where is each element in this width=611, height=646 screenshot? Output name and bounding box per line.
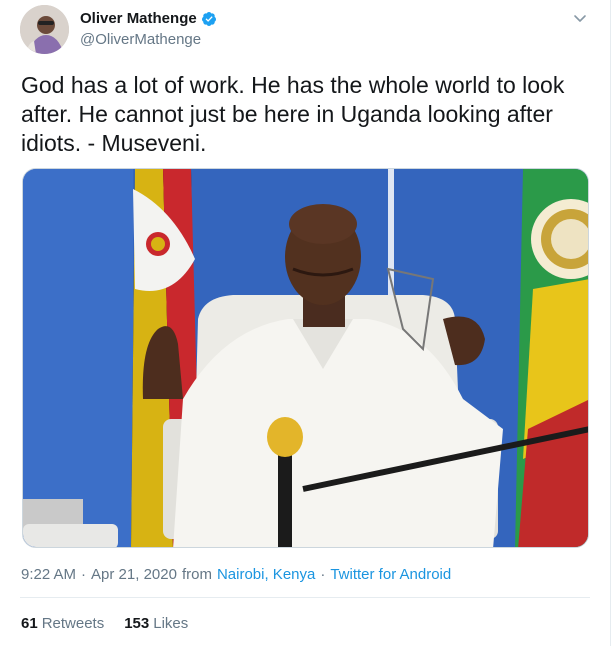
tweet-photo[interactable] (22, 168, 589, 548)
retweets-count: 61 (21, 615, 38, 632)
likes-stat[interactable]: 153 Likes (124, 615, 188, 632)
user-handle[interactable]: @OliverMathenge (80, 31, 201, 48)
likes-label: Likes (153, 615, 189, 632)
retweets-label: Retweets (41, 615, 105, 632)
tweet-metadata: 9:22 AM · Apr 21, 2020 from Nairobi, Ken… (21, 566, 451, 583)
from-label: from (181, 566, 212, 583)
avatar-image (20, 5, 69, 54)
likes-count: 153 (124, 615, 150, 632)
separator: · (320, 566, 326, 583)
engagement-stats: 61 Retweets 153 Likes (21, 615, 208, 632)
avatar[interactable] (20, 5, 69, 54)
tweet-text: God has a lot of work. He has the whole … (21, 72, 565, 156)
tweet-card: Oliver Mathenge @OliverMathenge God has … (0, 0, 611, 646)
retweets-stat[interactable]: 61 Retweets (21, 615, 104, 632)
divider (20, 597, 590, 598)
separator: · (81, 566, 87, 583)
location-link[interactable]: Nairobi, Kenya (217, 566, 315, 583)
display-name[interactable]: Oliver Mathenge (80, 10, 197, 27)
source-link[interactable]: Twitter for Android (330, 566, 451, 583)
photo-image (23, 169, 588, 547)
author-name-row[interactable]: Oliver Mathenge (80, 10, 217, 27)
tweet-time[interactable]: 9:22 AM (21, 566, 76, 583)
verified-badge-icon (201, 11, 217, 27)
chevron-down-icon[interactable] (572, 10, 588, 26)
tweet-date[interactable]: Apr 21, 2020 (91, 566, 177, 583)
